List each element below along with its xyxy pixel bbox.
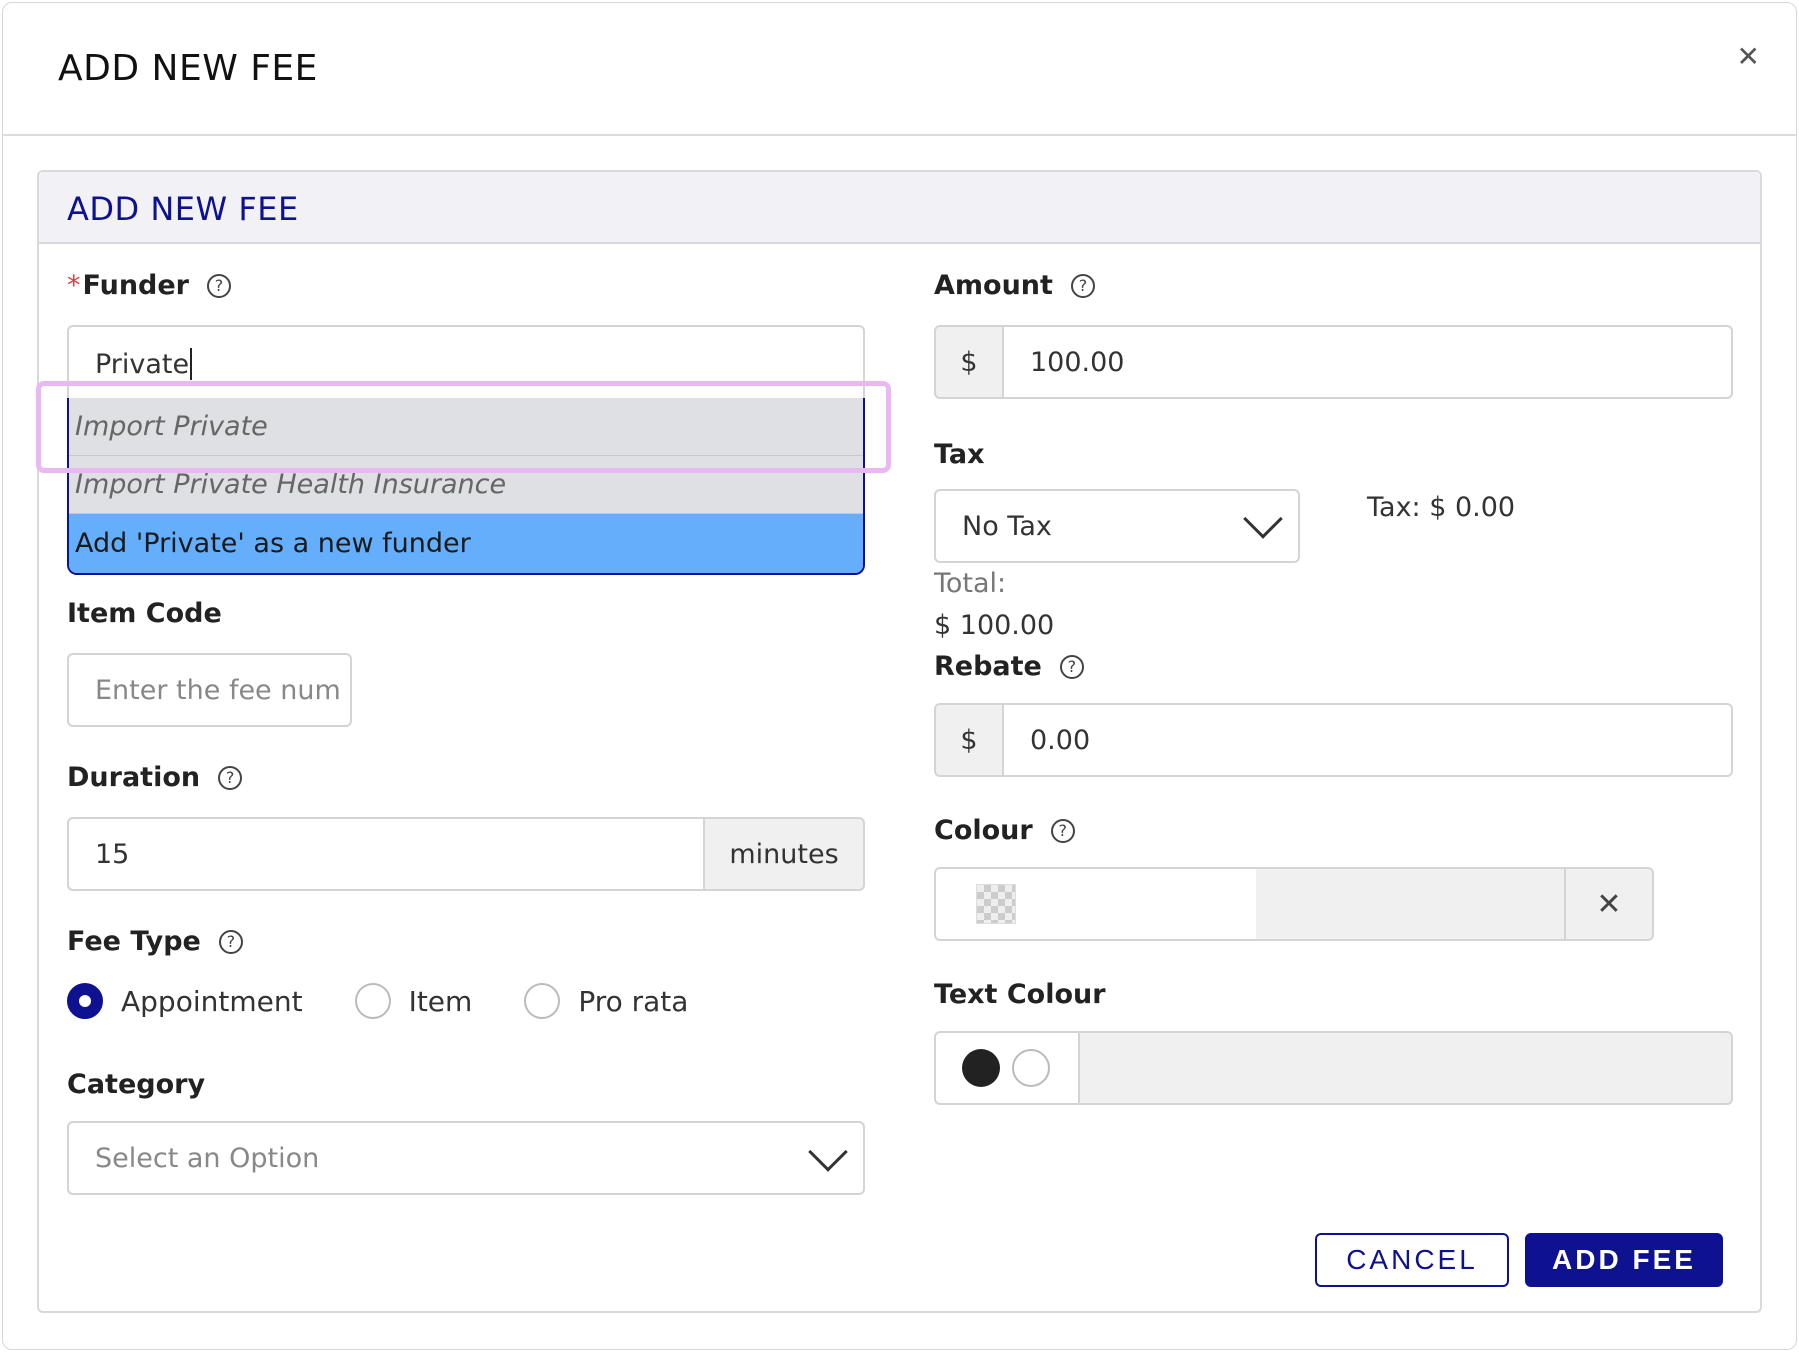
duration-label: Duration ? — [67, 762, 243, 793]
category-select[interactable]: Select an Option — [67, 1121, 865, 1195]
radio-unchecked-icon[interactable] — [524, 983, 561, 1019]
duration-value: 15 — [95, 838, 130, 870]
help-icon[interactable]: ? — [218, 765, 243, 790]
duration-input[interactable]: 15 — [67, 817, 705, 891]
funder-dropdown: Import Private Import Private Health Ins… — [67, 398, 865, 575]
text-caret — [190, 348, 193, 380]
fee-type-appointment-label: Appointment — [121, 984, 303, 1018]
fee-type-item-label: Item — [408, 984, 473, 1018]
amount-currency: $ — [934, 325, 1004, 399]
close-icon[interactable]: ✕ — [1737, 43, 1760, 71]
help-icon[interactable]: ? — [207, 273, 231, 298]
funder-input[interactable]: Private — [67, 325, 865, 401]
amount-label: Amount ? — [934, 270, 1095, 301]
fee-type-pro-rata[interactable]: Pro rata — [524, 983, 688, 1019]
rebate-label: Rebate ? — [934, 651, 1084, 682]
funder-input-value: Private — [95, 348, 190, 380]
rebate-currency: $ — [934, 703, 1004, 777]
help-icon[interactable]: ? — [1070, 273, 1095, 298]
radio-unchecked-icon[interactable] — [354, 983, 391, 1019]
amount-value: 100.00 — [1030, 346, 1125, 378]
item-code-placeholder: Enter the fee num — [95, 674, 341, 706]
text-colour-label: Text Colour — [934, 979, 1106, 1010]
tax-select[interactable]: No Tax — [934, 489, 1300, 563]
category-label: Category — [67, 1069, 206, 1100]
cancel-button[interactable]: CANCEL — [1315, 1233, 1509, 1287]
help-icon[interactable]: ? — [1059, 654, 1084, 679]
funder-label: *Funder ? — [67, 270, 231, 301]
total-label: Total: — [934, 568, 1007, 599]
item-code-label: Item Code — [67, 598, 222, 629]
colour-value-field[interactable] — [1256, 867, 1566, 941]
tax-label: Tax — [934, 439, 985, 470]
fee-type-pro-rata-label: Pro rata — [578, 984, 689, 1018]
funder-option-import-private[interactable]: Import Private — [69, 398, 863, 456]
total-value: $ 100.00 — [934, 610, 1055, 641]
radio-checked-icon[interactable] — [67, 983, 103, 1019]
item-code-input[interactable]: Enter the fee num — [67, 653, 352, 727]
modal-title: ADD NEW FEE — [58, 48, 318, 89]
rebate-value: 0.00 — [1030, 724, 1091, 756]
clear-colour-icon[interactable]: ✕ — [1564, 867, 1654, 941]
help-icon[interactable]: ? — [1050, 818, 1075, 843]
rebate-input[interactable]: 0.00 — [1002, 703, 1733, 777]
fee-type-radio-group: Appointment Item Pro rata — [67, 983, 740, 1019]
help-icon[interactable]: ? — [218, 929, 243, 954]
panel-title: ADD NEW FEE — [67, 190, 299, 228]
fee-type-label: Fee Type ? — [67, 926, 243, 957]
fee-type-appointment[interactable]: Appointment — [67, 983, 303, 1019]
modal-header: ADD NEW FEE ✕ — [3, 3, 1796, 136]
text-colour-options — [934, 1031, 1080, 1105]
funder-option-add-new[interactable]: Add 'Private' as a new funder — [69, 514, 863, 573]
tax-selected: No Tax — [962, 510, 1052, 542]
tax-display: Tax: $ 0.00 — [1367, 492, 1516, 523]
category-placeholder: Select an Option — [95, 1142, 320, 1174]
duration-unit: minutes — [703, 817, 865, 891]
text-colour-light-option[interactable] — [1012, 1049, 1050, 1087]
amount-input[interactable]: 100.00 — [1002, 325, 1733, 399]
funder-option-import-private-health-insurance[interactable]: Import Private Health Insurance — [69, 456, 863, 514]
colour-picker-swatch[interactable] — [934, 867, 1258, 941]
fee-type-item[interactable]: Item — [354, 983, 473, 1019]
add-fee-button[interactable]: ADD FEE — [1525, 1233, 1723, 1287]
panel-header: ADD NEW FEE — [39, 172, 1760, 244]
text-colour-dark-option[interactable] — [962, 1049, 1000, 1087]
required-mark: * — [67, 270, 81, 301]
text-colour-preview — [1078, 1031, 1733, 1105]
colour-label: Colour ? — [934, 815, 1075, 846]
transparent-swatch-icon — [976, 884, 1016, 924]
